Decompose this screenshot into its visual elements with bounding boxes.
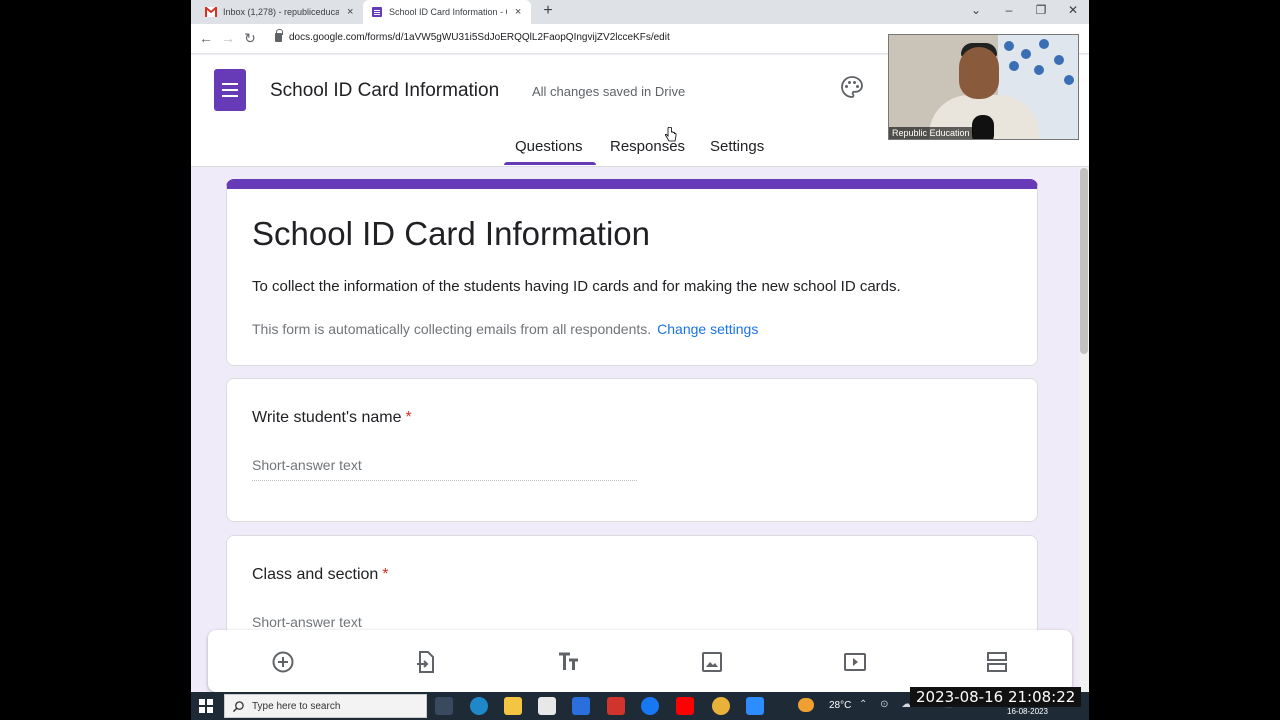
mail-icon[interactable]: [572, 697, 590, 715]
question-title[interactable]: Write student's name *: [252, 409, 412, 427]
short-answer-field: Short-answer text: [252, 457, 637, 481]
zoom-icon[interactable]: [746, 697, 764, 715]
recording-timestamp: 2023-08-16 21:08:22: [910, 687, 1082, 707]
edge-icon[interactable]: [470, 697, 488, 715]
weather-icon[interactable]: [798, 698, 814, 712]
tab-forms[interactable]: School ID Card Information - Go ×: [363, 0, 531, 24]
active-tab-indicator: [504, 162, 596, 165]
search-icon: [233, 701, 244, 712]
webcam-overlay: Republic Education: [888, 34, 1079, 140]
task-view-icon[interactable]: [435, 697, 453, 715]
restore-button[interactable]: ❐: [1031, 3, 1051, 17]
gmail-icon: [205, 7, 217, 17]
form-title[interactable]: School ID Card Information: [252, 215, 650, 253]
minimize-button[interactable]: –: [999, 3, 1019, 17]
email-note-text: This form is automatically collecting em…: [252, 321, 652, 337]
email-collection-note: This form is automatically collecting em…: [252, 321, 758, 337]
close-tab-icon[interactable]: ×: [513, 6, 523, 18]
youtube-icon[interactable]: [676, 697, 694, 715]
screen: Inbox (1,278) - republiceducation × Scho…: [191, 0, 1089, 720]
tab-search-icon[interactable]: ⌄: [966, 3, 986, 17]
browser-tab-strip: Inbox (1,278) - republiceducation × Scho…: [191, 0, 1089, 24]
tab-gmail[interactable]: Inbox (1,278) - republiceducation ×: [197, 0, 363, 24]
reload-button[interactable]: ↻: [241, 30, 259, 47]
search-placeholder: Type here to search: [252, 701, 341, 712]
forms-icon: [372, 7, 382, 17]
google-forms-logo-icon[interactable]: [214, 69, 246, 111]
back-button[interactable]: ←: [197, 30, 215, 46]
hand-cursor-icon: [665, 127, 677, 142]
weather-temperature[interactable]: 28°C: [829, 700, 851, 711]
palette-icon[interactable]: [840, 75, 864, 99]
tab-questions[interactable]: Questions: [515, 138, 583, 155]
store-icon[interactable]: [538, 697, 556, 715]
webcam-label: Republic Education: [889, 127, 973, 139]
tab-label: Inbox (1,278) - republiceducation: [223, 7, 340, 17]
facebook-icon[interactable]: [641, 697, 659, 715]
save-status: All changes saved in Drive: [532, 84, 686, 99]
form-title-card[interactable]: School ID Card Information To collect th…: [226, 179, 1038, 366]
taskbar-search-box[interactable]: Type here to search: [224, 694, 427, 718]
change-settings-link[interactable]: Change settings: [657, 321, 758, 337]
lock-icon[interactable]: [275, 29, 283, 42]
question-card[interactable]: Write student's name * Short-answer text: [226, 378, 1038, 522]
question-title-text: Write student's name: [252, 409, 402, 426]
url-field[interactable]: docs.google.com/forms/d/1aVW5gWU31i5SdJo…: [289, 32, 670, 43]
windows-start-icon[interactable]: [199, 699, 213, 713]
add-question-icon[interactable]: [271, 650, 295, 674]
forward-button[interactable]: →: [219, 30, 237, 46]
scrollbar-thumb[interactable]: [1080, 168, 1088, 354]
document-title[interactable]: School ID Card Information: [270, 80, 499, 102]
required-asterisk: *: [382, 566, 389, 583]
form-description[interactable]: To collect the information of the studen…: [252, 278, 901, 295]
add-image-icon[interactable]: [700, 650, 724, 674]
taskbar-date[interactable]: 16-08-2023: [1007, 707, 1048, 716]
question-title[interactable]: Class and section *: [252, 566, 389, 584]
new-tab-button[interactable]: +: [539, 2, 557, 20]
chrome-icon[interactable]: [712, 697, 730, 715]
import-questions-icon[interactable]: [414, 650, 438, 674]
microphone-icon: [972, 115, 994, 139]
add-title-icon[interactable]: [557, 650, 581, 674]
tab-settings[interactable]: Settings: [710, 138, 764, 155]
wps-icon[interactable]: [607, 697, 625, 715]
question-toolbar: [208, 630, 1072, 692]
file-explorer-icon[interactable]: [504, 697, 522, 715]
required-asterisk: *: [405, 409, 412, 426]
close-window-button[interactable]: ✕: [1063, 3, 1083, 17]
tab-label: School ID Card Information - Go: [389, 7, 508, 17]
question-title-text: Class and section: [252, 566, 379, 583]
add-section-icon[interactable]: [985, 650, 1009, 674]
close-tab-icon[interactable]: ×: [345, 6, 355, 18]
add-video-icon[interactable]: [843, 650, 867, 674]
